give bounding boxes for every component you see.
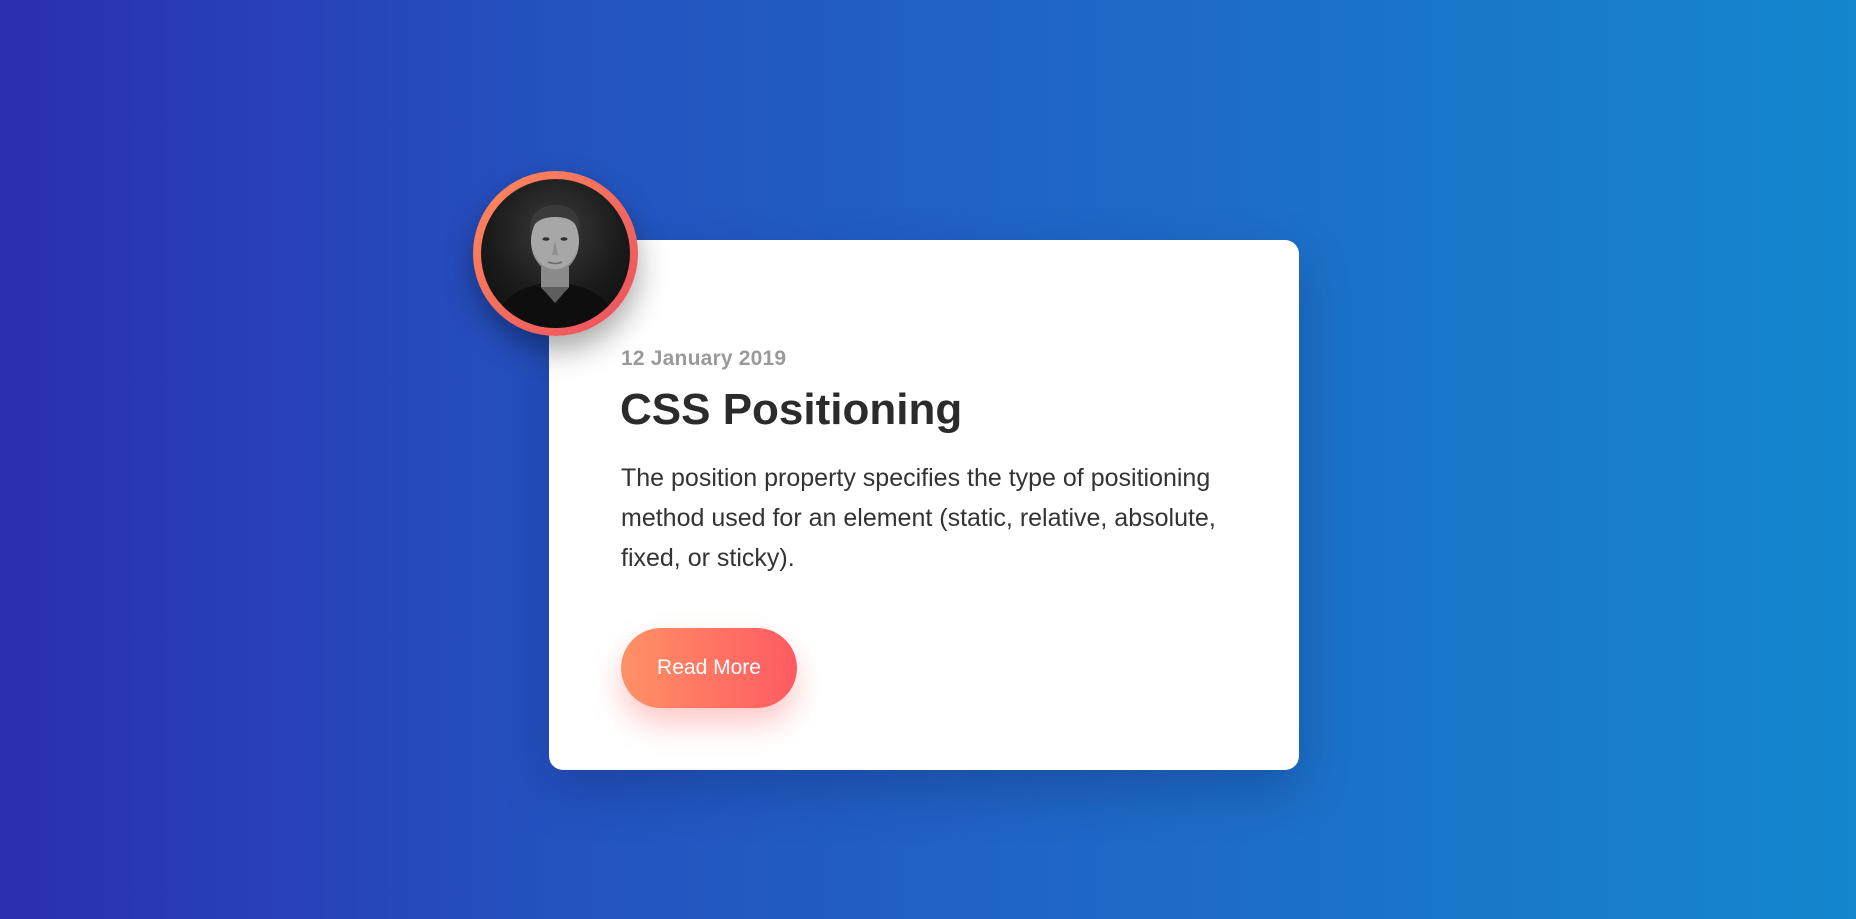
article-description: The position property specifies the type…: [621, 464, 1216, 572]
article-card: 12 January 2019 CSS Positioning The posi…: [549, 240, 1299, 770]
read-more-button[interactable]: Read More: [621, 628, 797, 708]
author-portrait-icon: [481, 179, 630, 328]
author-avatar: [473, 171, 638, 336]
article-title: CSS Positioning: [620, 385, 963, 434]
article-date: 12 January 2019: [621, 347, 787, 370]
